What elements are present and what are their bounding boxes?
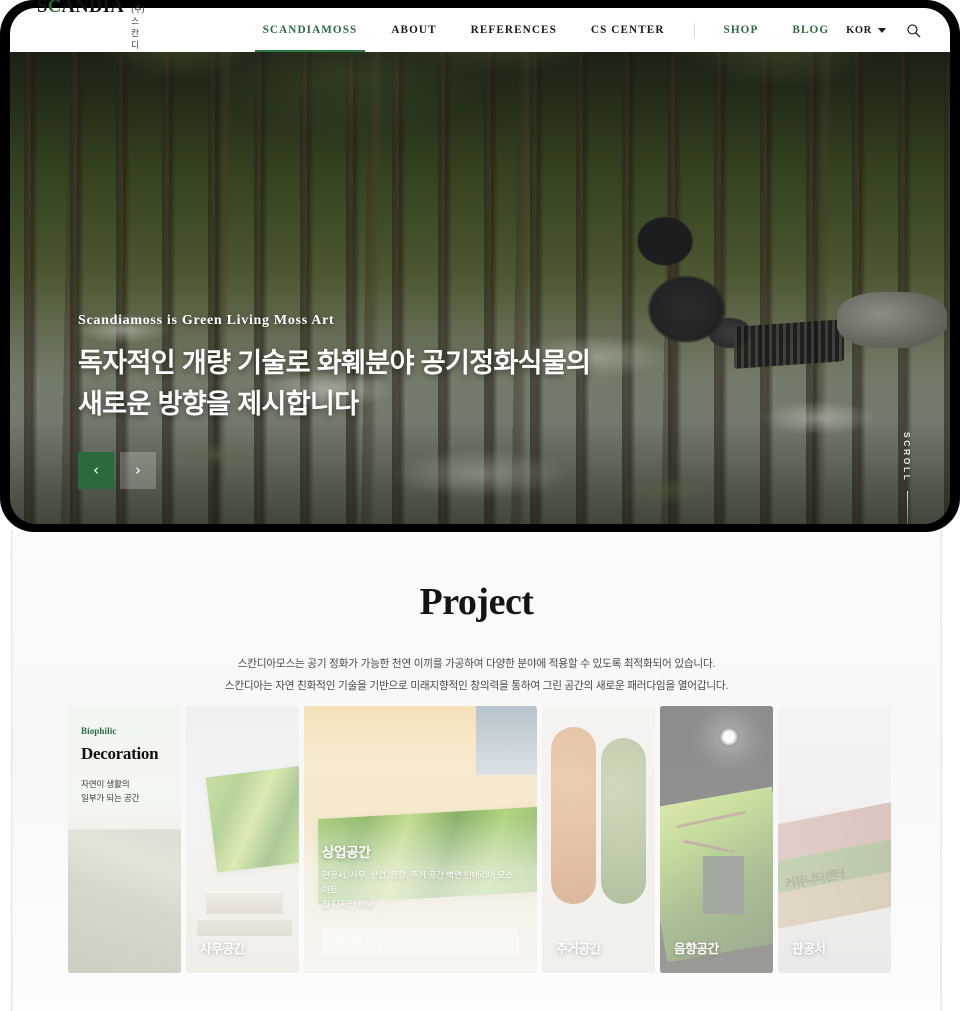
- hero-eyebrow: Scandiamoss is Green Living Moss Art: [78, 313, 335, 328]
- nav-item-references[interactable]: REFERENCES: [454, 8, 574, 52]
- office-card-label: 사무공간: [200, 942, 245, 956]
- decoration-card-title: Decoration: [81, 744, 159, 763]
- project-card-residential[interactable]: 주거공간: [542, 706, 655, 973]
- project-description-line-2: 스칸디아는 자연 친화적인 기술을 기반으로 미래지향적인 창의력을 통하여 그…: [224, 680, 729, 692]
- nav-divider: [693, 22, 695, 38]
- hero-text-block: Scandiamoss is Green Living Moss Art 독자적…: [78, 313, 718, 426]
- project-card-public[interactable]: 커뮤니티센터 관공서: [778, 706, 891, 973]
- top-navigation-bar: SCANDIA (주)스칸디아 SCANDIAMOSS ABOUT REFERE…: [10, 0, 950, 62]
- commercial-card-desc-line-1: 관공서, 사무, 상업, 음향, 주거 공간 벽면 인테리어 모스 아트: [322, 870, 514, 895]
- nav-item-about[interactable]: ABOUT: [374, 8, 453, 52]
- nav-menu: SCANDIAMOSS ABOUT REFERENCES CS CENTER S…: [246, 8, 847, 52]
- page-root: Scandiamoss is Green Living Moss Art 독자적…: [0, 0, 960, 1011]
- project-section: Project 스칸디아모스는 공기 정화가 가능한 천연 이끼를 가공하여 다…: [13, 532, 940, 1011]
- commercial-card-title: 상업공간: [322, 845, 371, 861]
- logo-letter-s: S: [37, 0, 48, 17]
- acoustic-card-veil: [660, 706, 773, 973]
- nav-item-blog[interactable]: BLOG: [775, 8, 846, 52]
- language-selector-label: KOR: [846, 24, 872, 36]
- residential-card-veil: [542, 706, 655, 973]
- project-description-line-1: 스칸디아모스는 공기 정화가 가능한 천연 이끼를 가공하여 다양한 분야에 적…: [237, 658, 716, 670]
- project-card-list: Biophilic Decoration 자연이 생활의 일부가 되는 공간 사…: [68, 706, 891, 973]
- decoration-card-subtitle-line-1: 자연이 생활의: [81, 779, 130, 789]
- commercial-card-body: 상업공간 관공서, 사무, 상업, 음향, 주거 공간 벽면 인테리어 모스 아…: [322, 841, 519, 957]
- hero-prev-button[interactable]: ‹: [78, 452, 114, 489]
- commercial-card-detail-button[interactable]: 자세히 보기 ›: [322, 927, 519, 957]
- page-edge-right: [940, 530, 942, 1011]
- public-card-veil: [778, 706, 891, 973]
- hero-rock: [837, 291, 948, 348]
- logo-letter-c: C: [47, 0, 62, 17]
- office-card-veil: [186, 706, 299, 973]
- logo-subtitle: (주)스칸디아: [131, 4, 145, 62]
- commercial-card-desc-line-2: 월 디자인 패널: [322, 898, 374, 909]
- hero-viewport: Scandiamoss is Green Living Moss Art 독자적…: [10, 8, 950, 524]
- decoration-card-text: Biophilic Decoration 자연이 생활의 일부가 되는 공간: [81, 726, 159, 805]
- hero-crate: [733, 318, 844, 369]
- nav-item-cs-center[interactable]: CS CENTER: [574, 8, 682, 52]
- project-card-commercial[interactable]: 상업공간 관공서, 사무, 상업, 음향, 주거 공간 벽면 인테리어 모스 아…: [304, 706, 537, 973]
- project-card-decoration[interactable]: Biophilic Decoration 자연이 생활의 일부가 되는 공간: [68, 706, 181, 973]
- nav-item-scandiamoss[interactable]: SCANDIAMOSS: [246, 8, 375, 52]
- chevron-right-icon: ›: [500, 936, 504, 948]
- hero-next-button[interactable]: ›: [120, 452, 156, 489]
- search-icon[interactable]: [906, 23, 921, 38]
- hero-slider-controls: ‹ ›: [78, 452, 156, 489]
- chevron-down-icon: [877, 27, 886, 33]
- acoustic-card-label: 음향공간: [674, 942, 719, 956]
- logo-wordmark: SCANDIA: [37, 0, 124, 18]
- residential-card-label: 주거공간: [556, 942, 601, 956]
- decoration-card-eyebrow: Biophilic: [81, 726, 117, 736]
- decoration-card-subtitle-line-2: 일부가 되는 공간: [81, 793, 140, 804]
- scroll-indicator[interactable]: SCROLL: [902, 432, 912, 524]
- project-card-office[interactable]: 사무공간: [186, 706, 299, 973]
- hero-section: Scandiamoss is Green Living Moss Art 독자적…: [0, 0, 960, 532]
- public-card-label: 관공서: [792, 942, 826, 956]
- scroll-indicator-label: SCROLL: [902, 432, 912, 483]
- commercial-card-detail-button-label: 자세히 보기: [337, 938, 381, 948]
- scroll-indicator-line: [906, 490, 908, 524]
- project-title: Project: [419, 581, 534, 623]
- logo-letters-andia: ANDIA: [61, 0, 125, 17]
- project-card-acoustic[interactable]: 음향공간: [660, 706, 773, 973]
- hero-headline-line-2: 새로운 방향을 제시합니다: [78, 389, 359, 420]
- nav-item-shop[interactable]: SHOP: [707, 8, 776, 52]
- hero-headline-line-1: 독자적인 개량 기술로 화훼분야 공기정화식물의: [78, 348, 591, 378]
- language-selector[interactable]: KOR: [846, 25, 886, 36]
- site-logo[interactable]: SCANDIA (주)스칸디아: [37, 0, 145, 63]
- nav-utility-group: KOR: [846, 23, 921, 38]
